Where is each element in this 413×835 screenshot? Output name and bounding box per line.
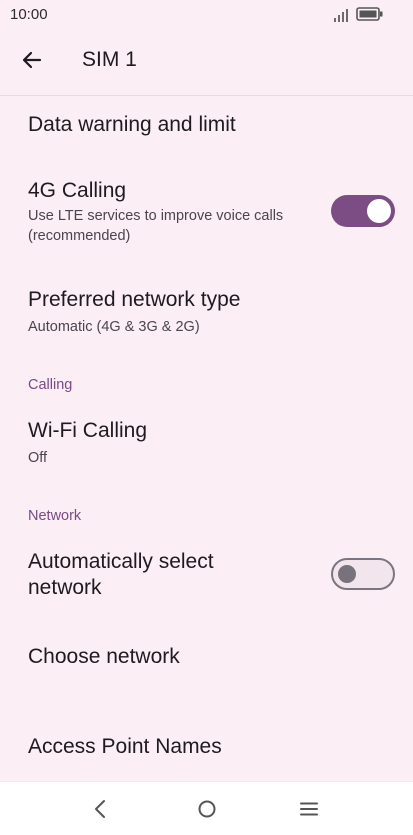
section-header-network: Network: [28, 508, 82, 524]
nav-back-icon[interactable]: [88, 796, 114, 822]
data-warning-title: Data warning and limit: [28, 113, 236, 136]
page-title: SIM 1: [82, 48, 137, 71]
header-divider: [0, 95, 413, 96]
battery-icon: [356, 7, 383, 21]
nav-menu-icon[interactable]: [296, 796, 322, 822]
top-app-bar: SIM 1: [0, 30, 413, 92]
system-navigation-bar: [0, 781, 413, 835]
access-point-names-title: Access Point Names: [28, 735, 222, 758]
4g-calling-subtitle-line2: (recommended): [28, 228, 131, 244]
wifi-calling-item[interactable]: Wi-Fi Calling Off: [0, 408, 413, 474]
status-time: 10:00: [10, 6, 48, 23]
auto-select-toggle[interactable]: [331, 558, 395, 590]
wifi-calling-subtitle: Off: [28, 450, 48, 466]
preferred-network-title: Preferred network type: [28, 288, 241, 311]
4g-calling-subtitle-line1: Use LTE services to improve voice calls: [28, 208, 284, 224]
wifi-calling-title: Wi-Fi Calling: [28, 419, 148, 442]
auto-select-title-line2: network: [28, 576, 102, 599]
auto-select-title-line1: Automatically select: [28, 550, 214, 573]
section-header-calling: Calling: [28, 377, 73, 393]
choose-network-title: Choose network: [28, 645, 180, 668]
preferred-network-subtitle: Automatic (4G & 3G & 2G): [28, 319, 200, 335]
choose-network-item[interactable]: Choose network: [0, 632, 413, 684]
nav-home-icon[interactable]: [194, 796, 220, 822]
preferred-network-item[interactable]: Preferred network type Automatic (4G & 3…: [0, 278, 413, 348]
access-point-names-item[interactable]: Access Point Names: [0, 722, 413, 772]
settings-screen: 10:00 SIM 1 Data warning and limit 4G Ca…: [0, 0, 413, 835]
data-warning-item[interactable]: Data warning and limit: [0, 100, 413, 150]
signal-icon: [334, 9, 348, 22]
toggle-knob: [338, 565, 356, 583]
back-arrow-icon[interactable]: [20, 48, 44, 72]
4g-calling-title: 4G Calling: [28, 179, 127, 202]
status-bar: 10:00: [0, 0, 413, 30]
4g-calling-toggle[interactable]: [331, 195, 395, 227]
toggle-knob: [367, 199, 391, 223]
